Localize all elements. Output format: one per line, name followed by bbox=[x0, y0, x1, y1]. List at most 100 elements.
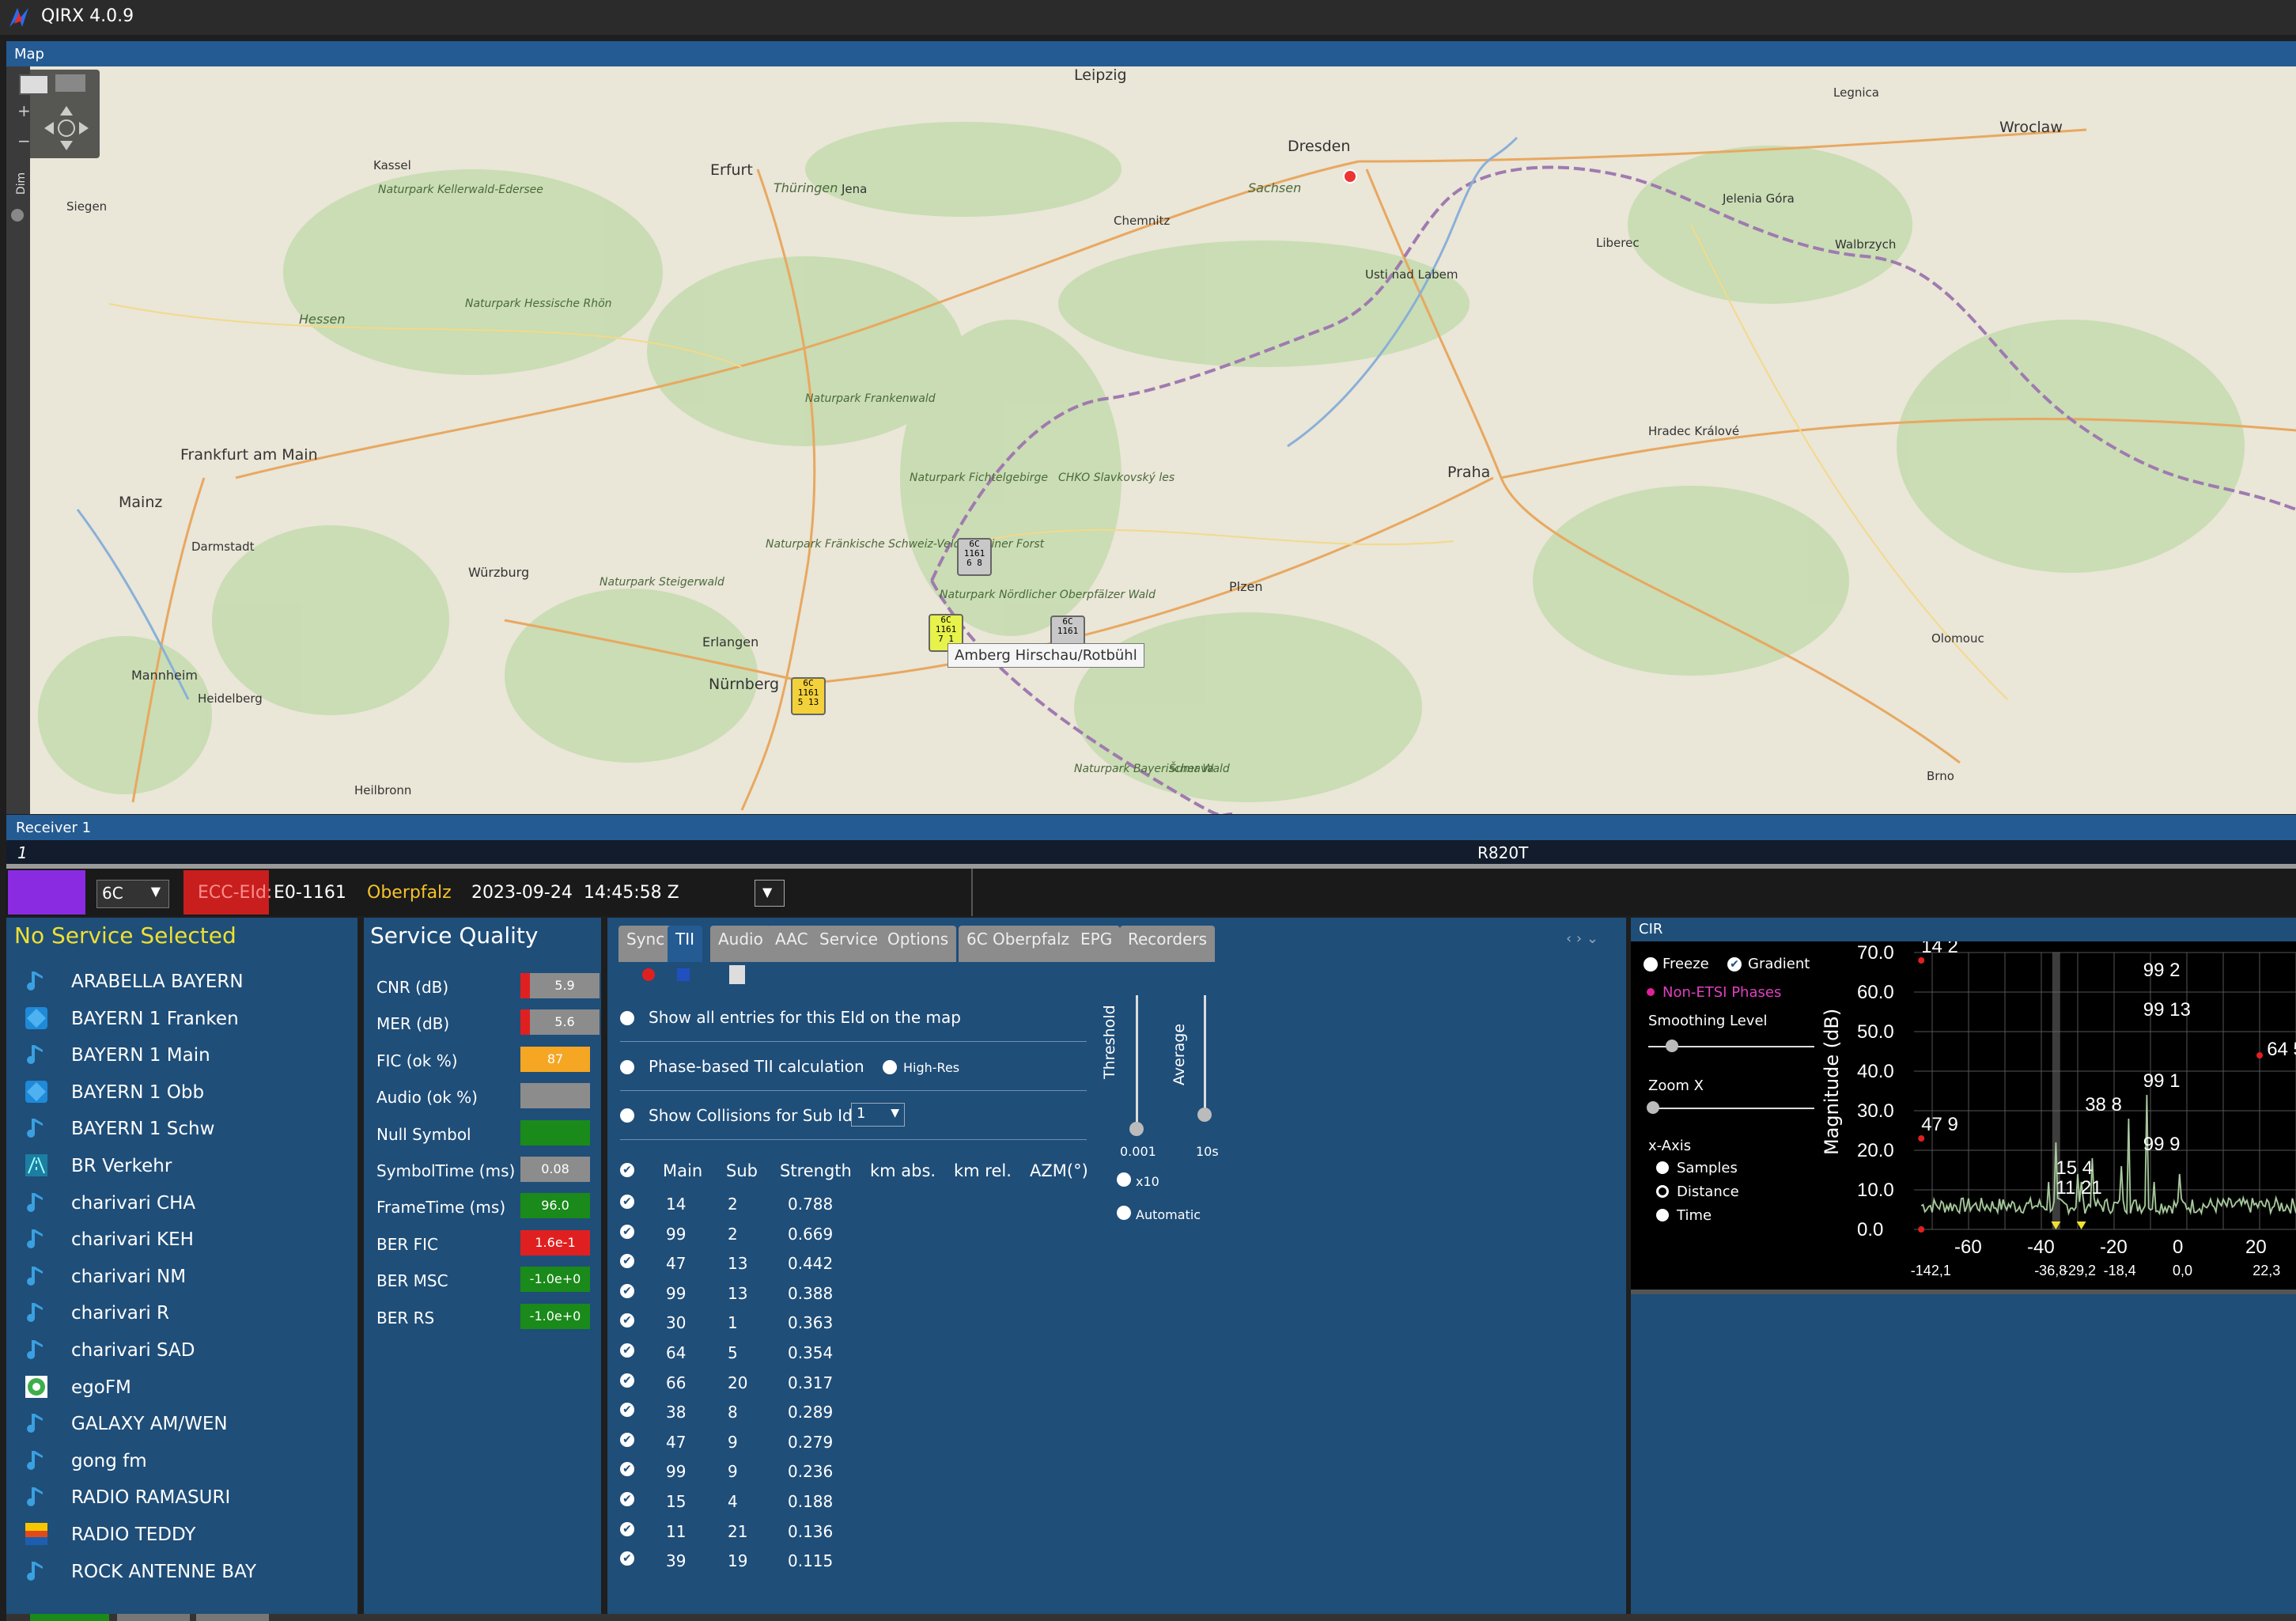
zoom-in-icon[interactable]: + bbox=[17, 101, 31, 120]
service-item[interactable]: charivari SAD bbox=[21, 1335, 353, 1367]
tab-aac[interactable]: AAC bbox=[767, 926, 816, 962]
tab-options[interactable]: Options bbox=[879, 926, 957, 962]
quality-indicator: 87 bbox=[520, 1046, 590, 1072]
channel-select[interactable]: 6C ▼ bbox=[96, 880, 169, 908]
transmitter-pin[interactable]: 6C 1161 5 13 bbox=[791, 677, 826, 715]
quality-indicator bbox=[520, 1119, 590, 1146]
row-checkbox[interactable]: ✔ bbox=[620, 1224, 634, 1239]
time-radio[interactable] bbox=[1656, 1209, 1669, 1221]
x-axis-label: x-Axis bbox=[1648, 1138, 1692, 1154]
pin-tii: 6 8 bbox=[966, 558, 982, 568]
pan-arrows-icon[interactable] bbox=[43, 104, 90, 152]
record-icon[interactable] bbox=[642, 968, 655, 981]
transmitter-tooltip: Amberg Hirschau/Rotbühl bbox=[948, 643, 1144, 668]
threshold-label-text: Threshold bbox=[1101, 1005, 1118, 1079]
service-item[interactable]: egoFM bbox=[21, 1373, 353, 1404]
tab-audio[interactable]: Audio bbox=[710, 926, 771, 962]
zoom-slider-handle[interactable] bbox=[1647, 1101, 1659, 1114]
city-label: Darmstadt bbox=[191, 540, 255, 554]
map-navigation-control[interactable]: + − bbox=[11, 70, 100, 158]
row-checkbox[interactable]: ✔ bbox=[620, 1521, 634, 1536]
threshold-slider-track[interactable] bbox=[1136, 995, 1138, 1130]
service-item[interactable]: charivari NM bbox=[21, 1262, 353, 1293]
gradient-checkbox[interactable]: ✔ bbox=[1727, 957, 1742, 971]
file-icon[interactable] bbox=[729, 965, 745, 984]
service-item[interactable]: GALAXY AM/WEN bbox=[21, 1409, 353, 1441]
stop-icon[interactable] bbox=[677, 968, 690, 981]
smoothing-slider-handle[interactable] bbox=[1666, 1040, 1678, 1052]
service-item[interactable]: charivari KEH bbox=[21, 1225, 353, 1256]
zoom-out-icon[interactable]: − bbox=[17, 131, 31, 150]
column-header[interactable]: AZM(°) bbox=[1030, 1161, 1088, 1180]
column-header[interactable]: Strength bbox=[780, 1161, 852, 1180]
map-layer-toggle[interactable] bbox=[19, 74, 49, 95]
receiver-tabs-strip[interactable] bbox=[6, 1614, 2296, 1621]
show-all-radio[interactable] bbox=[620, 1011, 634, 1025]
column-header[interactable]: km rel. bbox=[954, 1161, 1012, 1180]
row-checkbox[interactable]: ✔ bbox=[620, 1373, 634, 1388]
service-item[interactable]: RADIO RAMASURI bbox=[21, 1483, 353, 1514]
row-checkbox[interactable]: ✔ bbox=[620, 1343, 634, 1358]
ensemble-dropdown[interactable]: ▼ bbox=[755, 880, 785, 907]
threshold-slider-handle[interactable] bbox=[1129, 1122, 1144, 1136]
service-item[interactable]: ARABELLA BAYERN bbox=[21, 967, 353, 998]
highres-radio[interactable] bbox=[883, 1060, 897, 1074]
column-header[interactable]: km abs. bbox=[870, 1161, 936, 1180]
map-view[interactable]: Dresden Erfurt Leipzig Chemnitz Wroclaw … bbox=[30, 66, 2296, 814]
map-mode-toggle[interactable] bbox=[55, 74, 85, 92]
row-checkbox[interactable]: ✔ bbox=[620, 1283, 634, 1298]
traffic-icon bbox=[24, 1153, 49, 1178]
service-item[interactable]: BAYERN 1 Schw bbox=[21, 1114, 353, 1146]
phase-radio[interactable] bbox=[620, 1060, 634, 1074]
quality-row: Audio (ok %) bbox=[376, 1083, 598, 1112]
tab-service[interactable]: Service bbox=[811, 926, 886, 962]
tab-epg[interactable]: EPG bbox=[1072, 926, 1121, 962]
service-item[interactable]: BAYERN 1 Obb bbox=[21, 1078, 353, 1109]
freeze-checkbox[interactable] bbox=[1644, 957, 1658, 971]
collisions-radio[interactable] bbox=[620, 1108, 634, 1123]
samples-radio[interactable] bbox=[1656, 1161, 1669, 1174]
service-item[interactable]: charivari R bbox=[21, 1298, 353, 1330]
automatic-radio[interactable] bbox=[1117, 1206, 1131, 1220]
transmitter-pin[interactable]: 6C 1161 6 8 bbox=[957, 538, 992, 576]
park-label: Naturpark Hessische Rhön bbox=[465, 297, 612, 310]
receiver-tab[interactable] bbox=[117, 1614, 190, 1621]
tii-main: 38 bbox=[666, 1403, 687, 1422]
tab-6c-oberpfalz[interactable]: 6C Oberpfalz bbox=[959, 926, 1078, 962]
service-item[interactable]: ROCK ANTENNE BAY bbox=[21, 1557, 353, 1589]
tab-scroll-arrows-icon[interactable]: ‹ › ⌄ bbox=[1566, 930, 1598, 947]
row-checkbox[interactable]: ✔ bbox=[620, 1432, 634, 1447]
receiver-location-marker[interactable] bbox=[1343, 169, 1357, 184]
service-item[interactable]: charivari CHA bbox=[21, 1188, 353, 1220]
service-item[interactable]: BAYERN 1 Franken bbox=[21, 1004, 353, 1036]
average-slider-track[interactable] bbox=[1204, 995, 1206, 1114]
tii-sub: 21 bbox=[728, 1521, 748, 1541]
column-header[interactable]: Main bbox=[663, 1161, 702, 1180]
x10-radio[interactable] bbox=[1117, 1172, 1131, 1187]
cir-header: CIR bbox=[1631, 918, 2296, 941]
park-label: Naturpark Steigerwald bbox=[600, 576, 724, 589]
tab-recorders[interactable]: Recorders bbox=[1120, 926, 1216, 962]
collisions-select[interactable]: 1 ▼ bbox=[851, 1103, 905, 1127]
x-tick-label: 20 bbox=[2245, 1237, 2267, 1258]
zoom-slider-track[interactable] bbox=[1648, 1108, 1814, 1109]
service-item[interactable]: RADIO TEDDY bbox=[21, 1520, 353, 1551]
distance-radio[interactable] bbox=[1656, 1185, 1669, 1198]
select-all-checkbox[interactable]: ✔ bbox=[620, 1163, 634, 1177]
service-item[interactable]: BAYERN 1 Main bbox=[21, 1040, 353, 1072]
tab-tii[interactable]: TII bbox=[668, 926, 703, 962]
average-slider-handle[interactable] bbox=[1197, 1108, 1212, 1122]
y-tick-label: 30.0 bbox=[1857, 1100, 1894, 1122]
tab-sync[interactable]: Sync bbox=[618, 926, 673, 962]
service-item[interactable]: gong fm bbox=[21, 1446, 353, 1478]
receiver-tab-active[interactable] bbox=[30, 1614, 109, 1621]
collisions-value: 1 bbox=[857, 1105, 866, 1122]
park-label: Naturpark Fichtelgebirge bbox=[910, 472, 1048, 484]
row-checkbox[interactable]: ✔ bbox=[620, 1492, 634, 1506]
receiver-tab[interactable] bbox=[196, 1614, 269, 1621]
dim-slider-handle[interactable] bbox=[11, 209, 24, 222]
cir-chart[interactable]: 70.0 60.0 50.0 40.0 30.0 20.0 10.0 0.0 -60 -40 -20… bbox=[1819, 941, 2296, 1282]
column-header[interactable]: Sub bbox=[726, 1161, 758, 1180]
service-item[interactable]: BR Verkehr bbox=[21, 1151, 353, 1183]
row-checkbox[interactable]: ✔ bbox=[620, 1195, 634, 1209]
